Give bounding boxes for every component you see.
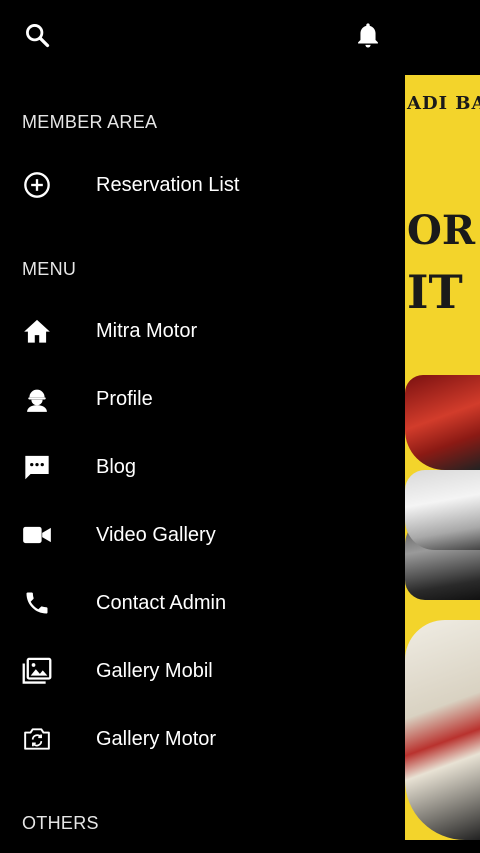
menu-item-label: Gallery Motor [96, 727, 217, 750]
add-circle-icon [22, 170, 52, 200]
menu-item-profile[interactable]: Profile [0, 371, 405, 427]
video-camera-icon [22, 520, 52, 550]
menu-item-gallery-motor[interactable]: Gallery Motor [0, 711, 405, 767]
menu-item-reservation-list[interactable]: Reservation List [0, 157, 405, 213]
menu-item-blog[interactable]: Blog [0, 439, 405, 495]
section-header-others: OTHERS [22, 813, 99, 833]
car-image [405, 470, 480, 550]
home-icon [22, 316, 52, 346]
menu-item-mitra-motor[interactable]: Mitra Motor [0, 303, 405, 359]
menu-item-label: Blog [96, 455, 137, 478]
bell-icon[interactable] [348, 15, 388, 55]
menu-item-label: Gallery Mobil [96, 659, 213, 682]
phone-icon [22, 588, 52, 618]
chat-icon [22, 452, 52, 482]
menu-item-label: Profile [96, 387, 153, 410]
menu-item-label: Reservation List [96, 173, 240, 196]
section-header-member-area: MEMBER AREA [22, 112, 158, 132]
person-icon [22, 384, 52, 414]
camera-switch-icon [22, 724, 52, 754]
menu-item-contact-admin[interactable]: Contact Admin [0, 575, 405, 631]
background-content: ADI BA OR I IT [405, 0, 480, 853]
banner-text: OR I [407, 207, 480, 254]
search-icon[interactable] [17, 15, 57, 55]
section-header-menu: MENU [22, 259, 77, 279]
photo-gallery-icon [22, 656, 52, 686]
car-image [405, 375, 480, 470]
menu-item-gallery-mobil[interactable]: Gallery Mobil [0, 643, 405, 699]
banner-text: ADI BA [407, 93, 480, 114]
promo-banner: ADI BA OR I IT [405, 75, 480, 840]
menu-item-label: Contact Admin [96, 591, 227, 614]
banner-text: IT [407, 265, 463, 319]
menu-item-label: Video Gallery [96, 523, 216, 546]
menu-item-video-gallery[interactable]: Video Gallery [0, 507, 405, 563]
scooter-image [405, 620, 480, 840]
drawer-top-bar [0, 0, 405, 70]
menu-item-label: Mitra Motor [96, 319, 198, 342]
navigation-drawer: MEMBER AREA Reservation List MENU Mitra … [0, 0, 405, 853]
